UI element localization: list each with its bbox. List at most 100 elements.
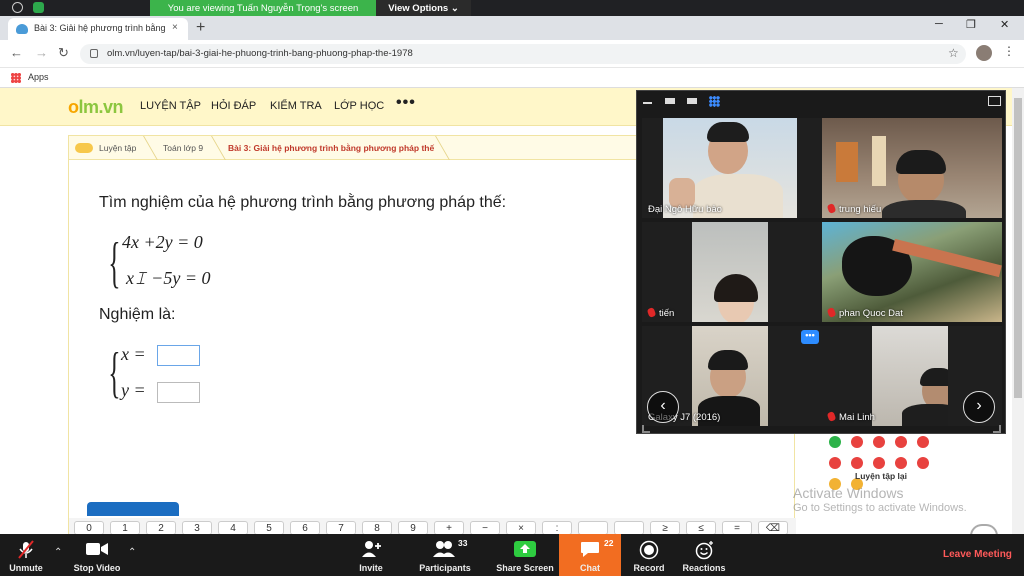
muted-mic-icon (826, 203, 837, 214)
previous-page-arrow-icon[interactable]: ‹ (647, 391, 679, 423)
key-4[interactable]: 4 (218, 521, 248, 535)
video-camera-icon (86, 543, 108, 555)
next-page-arrow-icon[interactable]: › (963, 391, 995, 423)
progress-dot[interactable] (851, 457, 863, 469)
participants-button[interactable]: 33 Participants (414, 534, 476, 576)
progress-dot[interactable] (851, 436, 863, 448)
unmute-button[interactable]: Unmute (0, 534, 52, 576)
video-tile[interactable]: tiến (642, 222, 822, 322)
chrome-menu-icon[interactable]: ⋮ (1003, 44, 1015, 58)
key-lte[interactable]: ≤ (686, 521, 716, 535)
equation-2: x𝙸 −5y = 0 (126, 268, 211, 288)
nav-luyen-tap[interactable]: LUYỆN TẬP (140, 100, 201, 112)
stop-video-button[interactable]: Stop Video (68, 534, 126, 576)
reactions-button[interactable]: Reactions (680, 534, 728, 576)
key-equals[interactable]: = (722, 521, 752, 535)
video-options-caret-icon[interactable]: ⌃ (128, 547, 136, 558)
chat-button[interactable]: 22 Chat (559, 534, 621, 576)
breadcrumb-toan-lop-9[interactable]: Toán lớp 9 (163, 143, 203, 153)
bookmark-star-icon[interactable]: ☆ (948, 46, 959, 60)
share-screen-button[interactable]: Share Screen (494, 534, 556, 576)
key-backspace[interactable]: ⌫ (758, 521, 788, 535)
key-blank-1[interactable] (578, 521, 608, 535)
key-0[interactable]: 0 (74, 521, 104, 535)
progress-dot[interactable] (917, 457, 929, 469)
progress-dot[interactable] (829, 457, 841, 469)
participant-more-button[interactable]: ••• (801, 330, 819, 344)
profile-avatar[interactable] (976, 45, 992, 61)
key-9[interactable]: 9 (398, 521, 428, 535)
key-7[interactable]: 7 (326, 521, 356, 535)
minimize-video-icon[interactable] (643, 102, 652, 104)
nav-kiem-tra[interactable]: KIỂM TRA (270, 100, 322, 112)
progress-dot[interactable] (917, 436, 929, 448)
leave-meeting-button[interactable]: Leave Meeting (943, 549, 1012, 560)
nav-more-icon[interactable]: ••• (396, 94, 416, 112)
resize-handle-icon[interactable] (993, 425, 1001, 433)
key-minus[interactable]: − (470, 521, 500, 535)
key-6[interactable]: 6 (290, 521, 320, 535)
reload-icon[interactable]: ↻ (58, 45, 69, 61)
gallery-view-icon[interactable] (709, 96, 720, 107)
submit-button[interactable] (87, 502, 179, 516)
progress-dot[interactable] (873, 457, 885, 469)
progress-dot[interactable] (895, 457, 907, 469)
participant-name: Mai Linh (826, 411, 875, 423)
key-8[interactable]: 8 (362, 521, 392, 535)
y-answer-input[interactable] (157, 382, 200, 403)
progress-dot[interactable] (829, 436, 841, 448)
equation-1: 4x +2y = 0 (122, 232, 203, 252)
key-3[interactable]: 3 (182, 521, 212, 535)
key-divide[interactable]: : (542, 521, 572, 535)
progress-dot[interactable] (895, 436, 907, 448)
view-options-button[interactable]: View Options ⌄ (376, 0, 471, 17)
scrollbar-thumb[interactable] (1014, 98, 1022, 398)
exit-fullscreen-icon[interactable] (988, 96, 1001, 106)
practice-again-button[interactable]: Luyện tập lại (855, 471, 907, 481)
apps-bookmark[interactable]: Apps (28, 72, 49, 82)
back-arrow-icon[interactable]: ← (10, 45, 23, 60)
key-2[interactable]: 2 (146, 521, 176, 535)
close-tab-icon[interactable]: × (172, 22, 178, 33)
security-shield-icon[interactable] (33, 2, 44, 13)
audio-options-caret-icon[interactable]: ⌃ (54, 547, 62, 558)
new-tab-button[interactable]: + (196, 17, 205, 39)
minimize-icon[interactable]: ─ (935, 18, 943, 30)
key-5[interactable]: 5 (254, 521, 284, 535)
video-tile[interactable]: Đại Ngô Hữu bảo (642, 118, 822, 218)
olm-logo[interactable]: olm.vn (68, 97, 124, 118)
invite-button[interactable]: Invite (350, 534, 392, 576)
nav-lop-hoc[interactable]: LỚP HỌC (334, 100, 384, 112)
activate-subtitle: Go to Settings to activate Windows. (793, 502, 967, 514)
video-tile[interactable]: phan Quoc Dat (822, 222, 1002, 322)
person (707, 122, 749, 142)
participants-icon (433, 541, 455, 557)
key-1[interactable]: 1 (110, 521, 140, 535)
key-times[interactable]: × (506, 521, 536, 535)
key-blank-2[interactable] (614, 521, 644, 535)
key-gte[interactable]: ≥ (650, 521, 680, 535)
restore-icon[interactable]: ❐ (966, 18, 976, 31)
video-tile[interactable]: trung hiếu (822, 118, 1002, 218)
question-text: Tìm nghiệm của hệ phương trình bằng phươ… (99, 194, 507, 211)
close-window-icon[interactable]: ✕ (1000, 18, 1009, 31)
apps-grid-icon[interactable] (11, 73, 21, 83)
muted-mic-icon (826, 307, 837, 318)
record-icon (639, 540, 659, 560)
page-scrollbar[interactable] (1012, 88, 1024, 534)
x-answer-input[interactable] (157, 345, 200, 366)
info-icon[interactable] (12, 2, 23, 13)
key-plus[interactable]: + (434, 521, 464, 535)
browser-tab[interactable]: Bài 3: Giải hệ phương trình bằng × (8, 18, 188, 40)
resize-handle-icon[interactable] (642, 425, 650, 433)
breadcrumb-luyen-tap[interactable]: Luyện tập (99, 143, 136, 153)
nav-hoi-dap[interactable]: HỎI ĐÁP (211, 100, 256, 112)
speaker-view-icon[interactable] (665, 98, 675, 104)
forward-arrow-icon[interactable]: → (35, 45, 48, 60)
browser-tab-strip: Bài 3: Giải hệ phương trình bằng × (0, 16, 1024, 40)
cloud-icon (75, 143, 93, 153)
record-button[interactable]: Record (628, 534, 670, 576)
strip-view-icon[interactable] (687, 98, 697, 104)
url-field[interactable]: olm.vn/luyen-tap/bai-3-giai-he-phuong-tr… (80, 44, 966, 64)
progress-dot[interactable] (873, 436, 885, 448)
